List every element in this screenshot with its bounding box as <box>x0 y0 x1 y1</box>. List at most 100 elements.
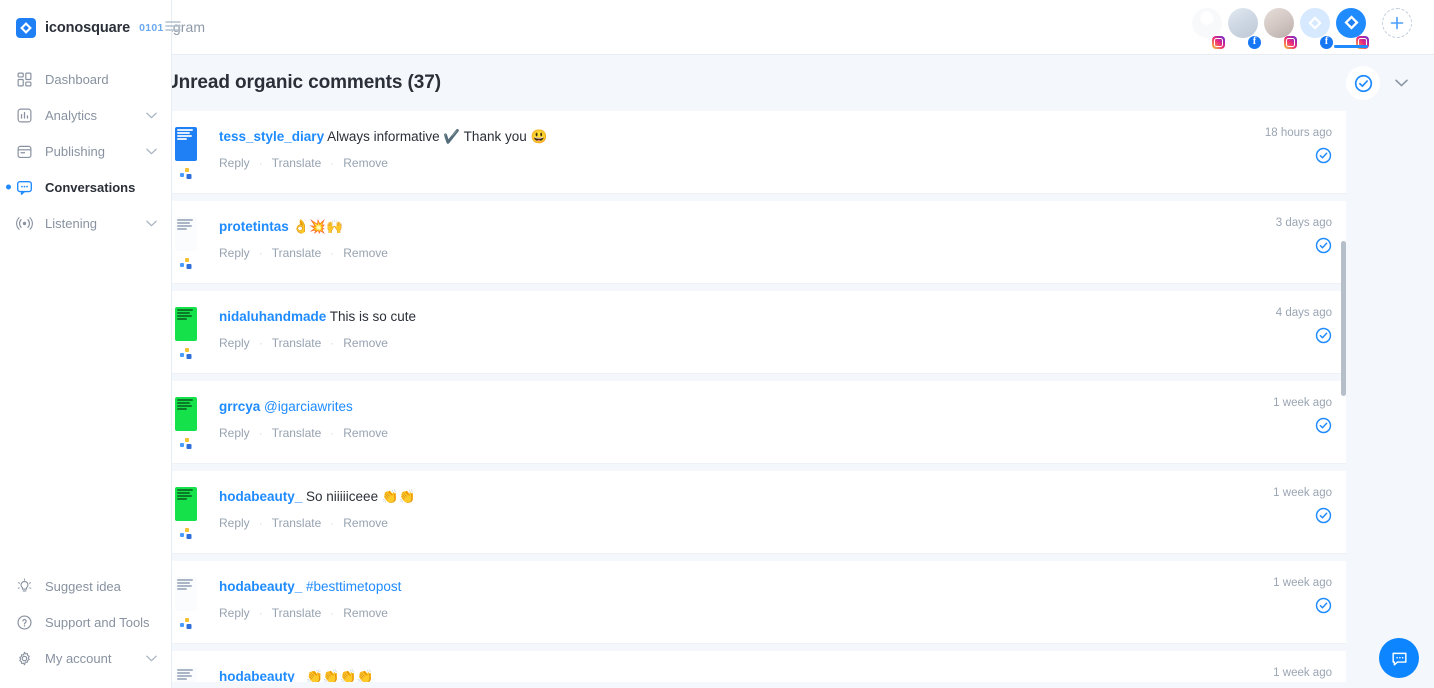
brand-name: iconosquare <box>45 19 131 36</box>
remove-link[interactable]: Remove <box>343 156 388 170</box>
add-account-button[interactable] <box>1382 7 1412 38</box>
row-divider <box>165 374 1346 381</box>
translate-link[interactable]: Translate <box>272 516 322 530</box>
filter-dropdown-button[interactable] <box>1390 68 1412 98</box>
post-thumbnail[interactable] <box>175 217 197 251</box>
account-avatar-3[interactable] <box>1264 7 1297 49</box>
sidebar-item-listening[interactable]: Listening <box>0 205 171 241</box>
sidebar-item-publishing[interactable]: Publishing <box>0 133 171 169</box>
chevron-down-icon[interactable] <box>146 649 157 667</box>
reply-link[interactable]: Reply <box>219 426 250 440</box>
sidebar-item-analytics[interactable]: Analytics <box>0 97 171 133</box>
reply-link[interactable]: Reply <box>219 336 250 350</box>
sidebar-nav-bottom: Suggest idea Support and Tools My accoun… <box>0 562 171 688</box>
remove-link[interactable]: Remove <box>343 246 388 260</box>
comment-row[interactable]: tess_style_diary Always informative ✔️ T… <box>165 111 1346 194</box>
chat-bubble-icon <box>1391 652 1407 666</box>
avatar-photo <box>1264 7 1294 38</box>
row-divider <box>165 554 1346 561</box>
row-divider <box>165 464 1346 471</box>
post-thumbnail[interactable] <box>175 397 197 431</box>
account-avatar-5-active[interactable] <box>1334 7 1369 49</box>
account-avatar-2[interactable]: f <box>1228 7 1261 49</box>
reply-link[interactable]: Reply <box>219 156 250 170</box>
sidebar-item-support-and-tools[interactable]: Support and Tools <box>0 604 171 640</box>
translate-link[interactable]: Translate <box>272 606 322 620</box>
mark-read-button[interactable] <box>1315 507 1332 524</box>
instagram-badge-icon <box>1284 35 1297 49</box>
translate-link[interactable]: Translate <box>272 156 322 170</box>
translate-link[interactable]: Translate <box>272 336 322 350</box>
sidebar-item-dashboard[interactable]: Dashboard <box>0 61 171 97</box>
comment-row[interactable]: hodabeauty_ #besttimetopost Reply · Tran… <box>165 561 1346 644</box>
sidebar-item-label: Conversations <box>45 179 136 195</box>
chevron-down-icon[interactable] <box>146 106 157 124</box>
comment-author[interactable]: hodabeauty_ <box>219 579 302 594</box>
chevron-down-icon[interactable] <box>146 214 157 232</box>
comment-author[interactable]: nidaluhandmade <box>219 309 326 324</box>
mark-read-button[interactable] <box>1315 237 1332 254</box>
account-switcher[interactable]: f f <box>1192 7 1412 49</box>
comment-row[interactable]: grrcya @igarciawrites Reply · Translate … <box>165 381 1346 464</box>
sidebar-item-my-account[interactable]: My account <box>0 640 171 676</box>
comment-text-line: grrcya @igarciawrites <box>219 397 1186 417</box>
action-separator: · <box>258 156 263 170</box>
post-thumbnail[interactable] <box>175 487 197 521</box>
post-thumbnail[interactable] <box>175 577 197 611</box>
translate-link[interactable]: Translate <box>272 426 322 440</box>
hamburger-menu-icon[interactable] <box>165 19 181 37</box>
reply-link[interactable]: Reply <box>219 516 250 530</box>
remove-link[interactable]: Remove <box>343 516 388 530</box>
reply-link[interactable]: Reply <box>219 606 250 620</box>
remove-link[interactable]: Remove <box>343 336 388 350</box>
mark-read-button[interactable] <box>1315 147 1332 164</box>
analytics-bars-icon <box>16 107 33 124</box>
mark-all-read-button[interactable] <box>1346 66 1380 100</box>
comment-author[interactable]: grrcya <box>219 399 260 414</box>
sidebar-item-suggest-idea[interactable]: Suggest idea <box>0 568 171 604</box>
comment-author[interactable]: protetintas <box>219 219 289 234</box>
comment-row[interactable]: hodabeauty_ So niiiiiceee 👏👏 Reply · Tra… <box>165 471 1346 554</box>
sidebar-item-conversations[interactable]: Conversations <box>0 169 171 205</box>
comment-author[interactable]: hodabeauty_ <box>219 489 302 504</box>
comment-author[interactable]: tess_style_diary <box>219 129 324 144</box>
remove-link[interactable]: Remove <box>343 606 388 620</box>
brand-logo[interactable]: iconosquare 0101 <box>0 0 171 55</box>
account-avatar-4[interactable]: f <box>1300 7 1333 49</box>
mark-read-button[interactable] <box>1315 327 1332 344</box>
reply-arrow-icon <box>180 347 192 359</box>
mark-read-button[interactable] <box>1315 597 1332 614</box>
translate-link[interactable]: Translate <box>272 246 322 260</box>
comment-body: hodabeauty_ #besttimetopost Reply · Tran… <box>205 577 1196 620</box>
listening-signal-icon <box>16 215 33 232</box>
reply-arrow-icon <box>180 257 192 269</box>
chevron-down-icon[interactable] <box>146 142 157 160</box>
comment-text: This is so cute <box>326 309 417 324</box>
facebook-badge-icon: f <box>1320 35 1333 49</box>
thumbnail-lines <box>177 579 195 591</box>
thumbnail-lines <box>177 309 195 321</box>
account-avatar-1[interactable] <box>1192 7 1225 49</box>
reply-arrow-icon <box>180 258 192 269</box>
comment-actions: Reply · Translate · Remove <box>219 606 1186 620</box>
comment-row[interactable]: nidaluhandmade This is so cute Reply · T… <box>165 291 1346 374</box>
comment-row[interactable]: protetintas 👌💥🙌 Reply · Translate · Remo… <box>165 201 1346 284</box>
remove-link[interactable]: Remove <box>343 426 388 440</box>
post-thumbnail[interactable] <box>175 127 197 161</box>
avatar-photo <box>1228 7 1258 38</box>
comments-scrollbar[interactable] <box>1341 111 1346 688</box>
support-chat-button[interactable] <box>1379 638 1419 678</box>
scrollbar-thumb[interactable] <box>1341 241 1346 396</box>
comment-actions: Reply · Translate · Remove <box>219 336 1186 350</box>
question-circle-icon <box>16 614 33 631</box>
horizontal-scrollbar[interactable] <box>172 682 1434 688</box>
analytics-bars-icon <box>17 108 32 122</box>
post-thumbnail[interactable] <box>175 307 197 341</box>
avatar <box>1192 7 1222 38</box>
reply-link[interactable]: Reply <box>219 246 250 260</box>
action-separator: · <box>330 156 335 170</box>
chevron-down-icon <box>146 655 157 662</box>
mark-read-button[interactable] <box>1315 417 1332 434</box>
comments-list[interactable]: tess_style_diary Always informative ✔️ T… <box>0 111 1434 688</box>
sidebar-nav: Dashboard Analytics Publishing Conversat… <box>0 55 171 241</box>
